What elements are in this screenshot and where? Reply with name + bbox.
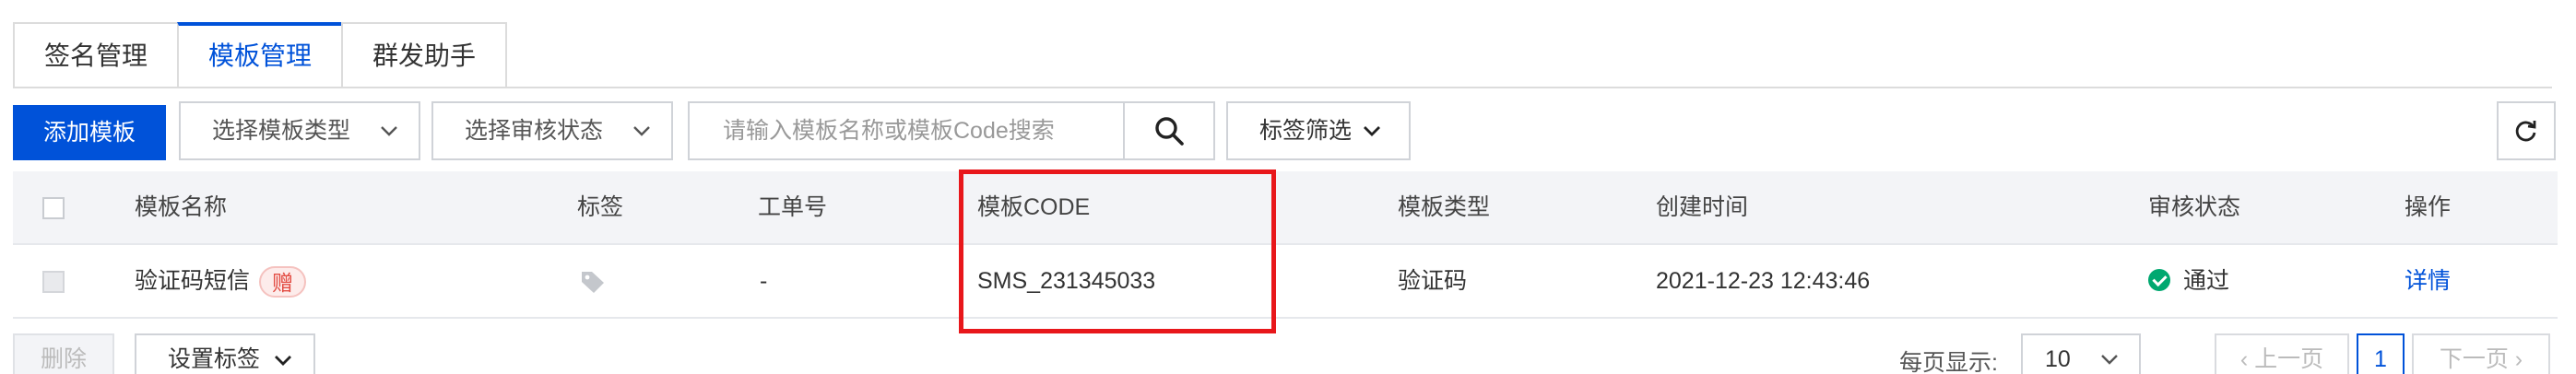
refresh-icon: [2515, 121, 2536, 142]
row-checkbox[interactable]: [42, 271, 65, 293]
tag-filter-dropdown[interactable]: 标签筛选: [1226, 101, 1411, 160]
set-tag-button[interactable]: 设置标签: [135, 333, 315, 374]
chevron-left-icon: ‹: [2239, 346, 2255, 372]
chevron-down-icon: [633, 126, 650, 136]
column-header-type: 模板类型: [1398, 194, 1491, 220]
tag-filter-label: 标签筛选: [1259, 118, 1353, 144]
column-header-actions: 操作: [2405, 194, 2452, 220]
review-status-select-label: 选择审核状态: [465, 118, 604, 144]
template-type-select[interactable]: 选择模板类型: [179, 101, 420, 160]
code-column-highlight: [959, 169, 1276, 333]
template-name-cell: 验证码短信赠: [135, 245, 307, 317]
review-status: 通过: [2148, 245, 2229, 317]
column-header-created: 创建时间: [1656, 194, 1749, 220]
template-name: 验证码短信: [135, 268, 251, 294]
next-page-label: 下一页: [2439, 346, 2509, 372]
add-template-button[interactable]: 添加模板: [13, 105, 166, 160]
table-header: 模板名称 标签 工单号 模板CODE 模板类型 创建时间 审核状态 操作: [13, 171, 2558, 245]
column-header-name: 模板名称: [135, 194, 228, 220]
column-header-status: 审核状态: [2148, 194, 2241, 220]
tag-icon[interactable]: [579, 268, 607, 296]
per-page-label: 每页显示:: [1899, 350, 1998, 374]
check-circle-icon: [2148, 269, 2170, 292]
tag-cell: [579, 245, 607, 317]
template-search-input[interactable]: [690, 103, 1123, 158]
template-type: 验证码: [1398, 268, 1468, 294]
tab-divider: [13, 87, 2552, 88]
column-header-ticket: 工单号: [758, 194, 828, 220]
prev-page-button[interactable]: ‹ 上一页: [2215, 333, 2349, 374]
set-tag-label: 设置标签: [168, 346, 261, 372]
gift-badge: 赠: [259, 266, 307, 298]
details-link[interactable]: 详情: [2405, 245, 2451, 317]
next-page-button[interactable]: 下一页 ›: [2412, 333, 2550, 374]
per-page-select[interactable]: 10: [2021, 333, 2141, 374]
tab-bulk-send-assistant[interactable]: 群发助手: [341, 22, 508, 88]
search-icon: [1155, 117, 1184, 146]
review-status-text: 通过: [2183, 268, 2230, 294]
template-search-box: [688, 101, 1215, 160]
page-number-current[interactable]: 1: [2357, 333, 2405, 374]
tab-signature-management[interactable]: 签名管理: [13, 22, 178, 88]
refresh-button[interactable]: [2497, 101, 2556, 160]
per-page-value: 10: [2045, 346, 2071, 372]
table-row: 验证码短信赠 - SMS_231345033 验证码 2021-12-23 12…: [13, 245, 2558, 319]
chevron-down-icon: [1364, 126, 1380, 136]
created-time: 2021-12-23 12:43:46: [1656, 268, 1871, 294]
prev-page-label: 上一页: [2254, 346, 2324, 372]
chevron-down-icon: [2101, 355, 2118, 365]
chevron-down-icon: [381, 126, 397, 136]
ticket-number: -: [760, 268, 768, 294]
column-header-tag: 标签: [577, 194, 624, 220]
delete-button[interactable]: 删除: [13, 333, 114, 374]
tab-bar: 签名管理 模板管理 群发助手: [13, 22, 508, 88]
search-button[interactable]: [1123, 103, 1213, 158]
review-status-select[interactable]: 选择审核状态: [431, 101, 673, 160]
template-type-select-label: 选择模板类型: [212, 118, 351, 144]
chevron-right-icon: ›: [2508, 346, 2523, 372]
chevron-down-icon: [274, 356, 291, 367]
select-all-checkbox[interactable]: [42, 197, 65, 219]
tab-template-management[interactable]: 模板管理: [177, 22, 342, 88]
